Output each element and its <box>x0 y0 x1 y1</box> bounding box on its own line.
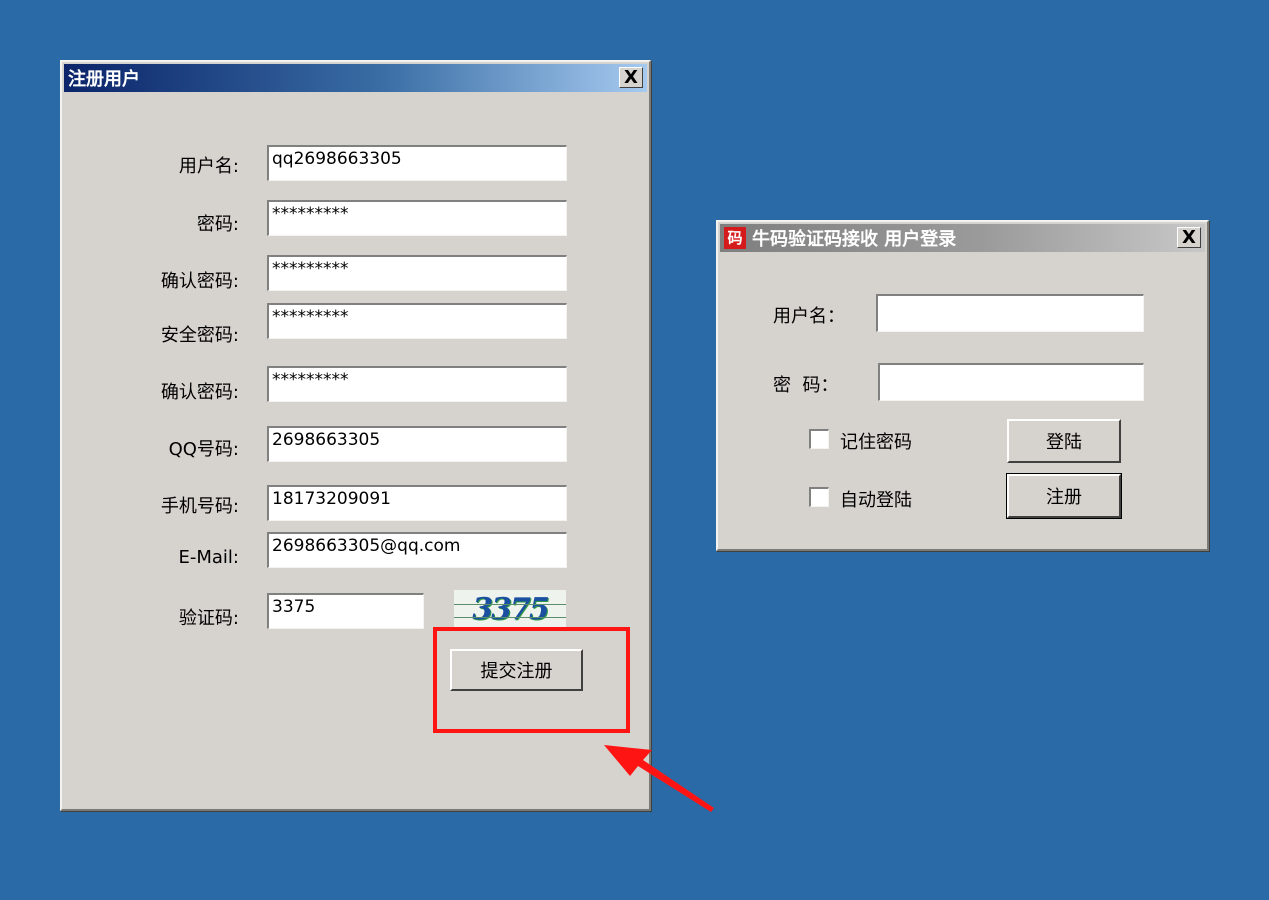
phone-label: 手机号码: <box>160 496 239 517</box>
login-username-label: 用户名： <box>773 306 845 327</box>
app-logo-icon: 码 <box>724 227 746 249</box>
register-close-button[interactable]: X <box>619 67 643 88</box>
qq-input[interactable]: 2698663305 <box>267 426 567 462</box>
password-label: 密码: <box>196 214 239 235</box>
captcha-noise-line <box>454 604 566 605</box>
security-password-input[interactable]: ********* <box>267 303 567 339</box>
captcha-label: 验证码: <box>178 608 239 629</box>
remember-password-checkbox[interactable] <box>809 429 829 449</box>
login-button[interactable]: 登陆 <box>1007 419 1121 463</box>
captcha-input[interactable]: 3375 <box>267 593 424 629</box>
captcha-image-text: 3375 <box>472 592 549 627</box>
login-password-input[interactable] <box>878 363 1144 401</box>
qq-label: QQ号码: <box>168 439 239 460</box>
register-button[interactable]: 注册 <box>1006 473 1122 519</box>
login-titlebar[interactable]: 码 牛码验证码接收 用户登录 X <box>720 224 1205 252</box>
auto-login-label[interactable]: 自动登陆 <box>840 486 912 512</box>
username-input[interactable]: qq2698663305 <box>267 145 567 181</box>
close-icon: X <box>624 66 638 88</box>
password-input[interactable]: ********* <box>267 200 567 236</box>
login-username-input[interactable] <box>876 294 1144 332</box>
register-title: 注册用户 <box>68 69 140 90</box>
login-title: 牛码验证码接收 用户登录 <box>752 229 957 250</box>
highlight-box <box>433 627 630 733</box>
login-window: 码 牛码验证码接收 用户登录 X 用户名： 密 码： 记住密码 自动登陆 登陆 … <box>716 220 1209 551</box>
register-button-label: 注册 <box>1046 487 1082 508</box>
close-icon: X <box>1182 226 1196 248</box>
email-label: E-Mail: <box>178 547 240 568</box>
register-titlebar[interactable]: 注册用户 X <box>64 64 647 92</box>
confirm-security-password-label: 确认密码: <box>160 382 239 403</box>
username-label: 用户名: <box>178 156 239 177</box>
confirm-password-input[interactable]: ********* <box>267 255 567 291</box>
security-password-label: 安全密码: <box>160 325 239 346</box>
captcha-noise-line <box>454 617 566 618</box>
login-close-button[interactable]: X <box>1177 227 1201 248</box>
email-input[interactable]: 2698663305@qq.com <box>267 532 567 568</box>
auto-login-checkbox[interactable] <box>809 487 829 507</box>
remember-password-label[interactable]: 记住密码 <box>840 428 912 454</box>
login-button-label: 登陆 <box>1046 432 1082 453</box>
confirm-password-label: 确认密码: <box>160 271 239 292</box>
confirm-security-password-input[interactable]: ********* <box>267 366 567 402</box>
phone-input[interactable]: 18173209091 <box>267 485 567 521</box>
login-password-label: 密 码： <box>773 375 839 396</box>
captcha-image[interactable]: 3375 <box>454 590 566 630</box>
